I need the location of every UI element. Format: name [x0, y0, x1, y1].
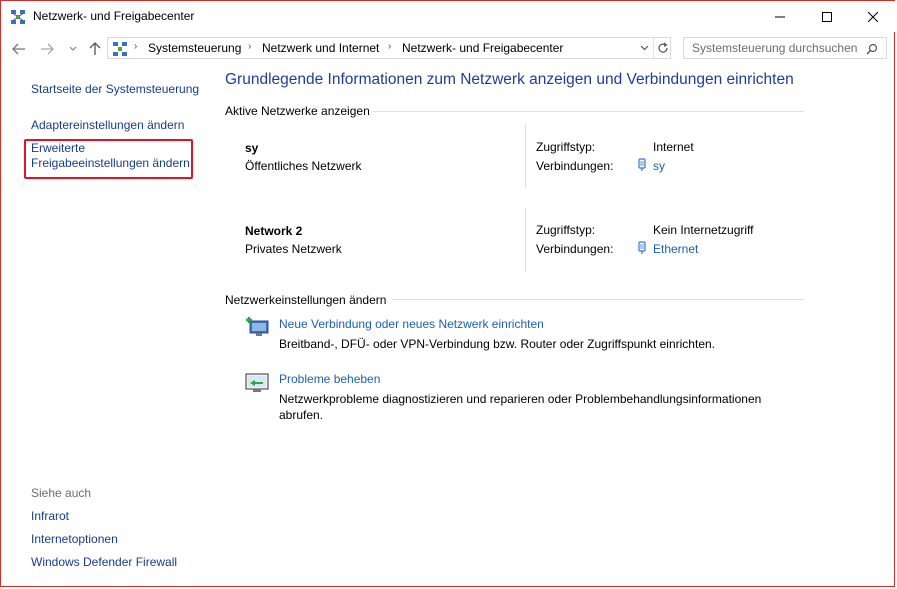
access-type-value: Kein Internetzugriff: [653, 223, 754, 237]
network-type: Privates Netzwerk: [245, 242, 342, 256]
connections-label: Verbindungen:: [536, 159, 614, 173]
forward-button[interactable]: [39, 41, 55, 57]
network-type: Öffentliches Netzwerk: [245, 159, 362, 173]
search-placeholder[interactable]: Systemsteuerung durchsuchen: [692, 41, 857, 55]
search-icon[interactable]: [866, 43, 878, 55]
breadcrumb-netzwerk-freigabecenter[interactable]: Netzwerk- und Freigabecenter: [402, 41, 563, 55]
refresh-icon[interactable]: [657, 42, 669, 54]
ethernet-connection-icon: [638, 241, 646, 254]
connection-link-sy[interactable]: sy: [653, 159, 665, 173]
network-name: sy: [245, 141, 259, 155]
access-type-label: Zugriffstyp:: [536, 140, 596, 154]
control-panel-icon: [113, 42, 127, 56]
wifi-connection-icon: [638, 158, 646, 171]
maximize-icon: [822, 11, 832, 22]
minimize-icon: [775, 16, 785, 17]
troubleshoot-description: Netzwerkprobleme diagnostizieren und rep…: [279, 392, 762, 422]
address-dropdown-icon[interactable]: [640, 45, 649, 51]
window: Netzwerk- und Freigabecenter › Systemste…: [0, 0, 896, 587]
link-internetoptionen[interactable]: Internetoptionen: [31, 532, 118, 546]
maximize-button[interactable]: [804, 1, 850, 32]
chevron-down-icon: [69, 46, 77, 51]
recent-locations-button[interactable]: [65, 41, 81, 57]
link-adaptereinstellungen[interactable]: Adaptereinstellungen ändern: [31, 118, 184, 132]
close-icon: [868, 11, 878, 22]
link-firewall[interactable]: Windows Defender Firewall: [31, 555, 177, 569]
up-button[interactable]: [87, 41, 103, 57]
breadcrumb-separator-icon[interactable]: ›: [248, 41, 251, 52]
see-also-label: Siehe auch: [31, 486, 92, 500]
breadcrumb-separator-icon[interactable]: ›: [134, 41, 137, 52]
new-connection-description: Breitband-, DFÜ- oder VPN-Verbindung bzw…: [279, 337, 715, 351]
address-bar[interactable]: › Systemsteuerung › Netzwerk und Interne…: [107, 37, 671, 59]
active-networks-header: Aktive Netzwerke anzeigen: [225, 104, 370, 118]
page-title: Grundlegende Informationen zum Netzwerk …: [225, 71, 794, 88]
window-title: Netzwerk- und Freigabecenter: [33, 9, 195, 23]
back-button[interactable]: [11, 41, 27, 57]
troubleshoot-icon: [245, 373, 269, 392]
troubleshoot-link[interactable]: Probleme beheben: [279, 372, 380, 386]
back-arrow-icon: [12, 43, 25, 55]
access-type-label: Zugriffstyp:: [536, 223, 596, 237]
link-startseite[interactable]: Startseite der Systemsteuerung: [31, 82, 199, 96]
connections-label: Verbindungen:: [536, 242, 614, 256]
new-connection-icon: [246, 317, 269, 336]
new-connection-link[interactable]: Neue Verbindung oder neues Netzwerk einr…: [279, 317, 544, 331]
vertical-divider: [525, 125, 526, 188]
section-divider: [373, 111, 804, 112]
connection-link-ethernet[interactable]: Ethernet: [653, 242, 698, 256]
search-box[interactable]: Systemsteuerung durchsuchen: [683, 37, 887, 59]
link-erweiterte-freigabe-line1[interactable]: Erweiterte: [31, 141, 85, 155]
settings-header: Netzwerkeinstellungen ändern: [225, 293, 387, 307]
link-erweiterte-freigabe-line2[interactable]: Freigabeeinstellungen ändern: [31, 156, 190, 170]
network-name: Network 2: [245, 224, 303, 238]
title-bar[interactable]: Netzwerk- und Freigabecenter: [1, 1, 896, 32]
breadcrumb-systemsteuerung[interactable]: Systemsteuerung: [148, 41, 241, 55]
up-arrow-icon: [89, 42, 101, 55]
section-divider: [392, 299, 804, 300]
link-infrarot[interactable]: Infrarot: [31, 509, 69, 523]
network-center-icon: [11, 10, 25, 24]
address-divider: [653, 38, 654, 58]
vertical-divider: [525, 208, 526, 271]
forward-arrow-icon: [41, 43, 54, 55]
breadcrumb-separator-icon[interactable]: ›: [388, 41, 391, 52]
access-type-value: Internet: [653, 140, 694, 154]
breadcrumb-netzwerk-internet[interactable]: Netzwerk und Internet: [262, 41, 379, 55]
close-button[interactable]: [850, 1, 896, 32]
minimize-button[interactable]: [757, 1, 803, 32]
